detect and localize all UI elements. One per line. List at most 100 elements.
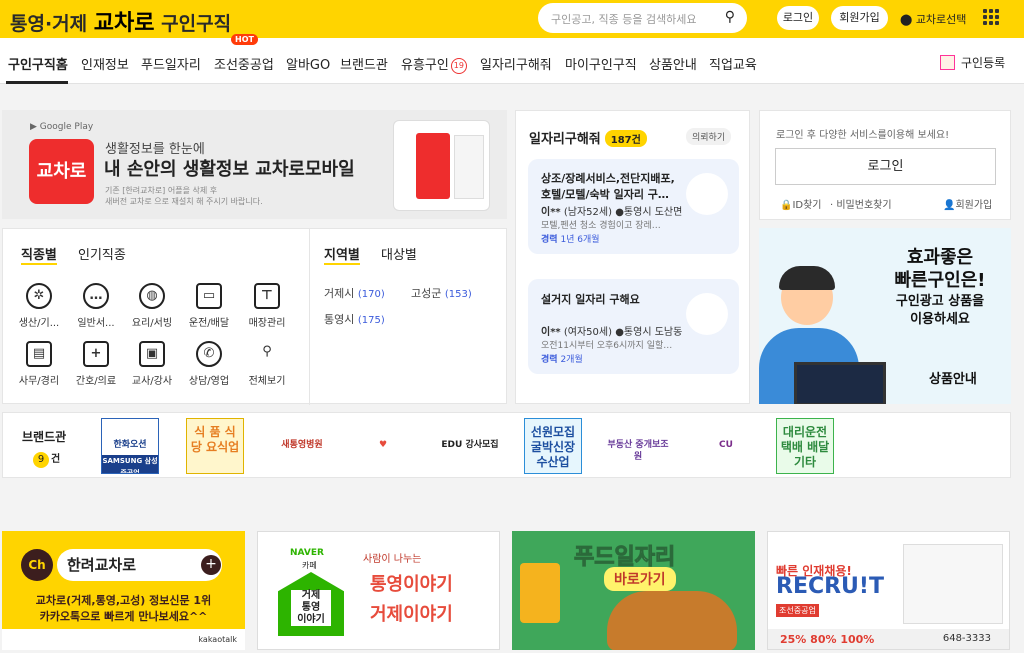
nav-item-job-home[interactable]: 구인구직홈: [8, 54, 68, 73]
top-bar: 통영·거제 교차로 구인구직 구인공고, 직종 등을 검색하세요 ⚲ 로그인 회…: [0, 0, 1024, 38]
signup-button[interactable]: 회원가입: [831, 6, 888, 30]
product-ad-banner[interactable]: 효과좋은 빠른구인은! 구인광고 상품을 이용하세요 상품안내: [759, 228, 1011, 404]
brand-logo[interactable]: 부동산 중개보조원: [603, 418, 673, 474]
job-category-general-service[interactable]: … 일반서...: [68, 283, 124, 329]
nav-item-albago[interactable]: 알바GO: [286, 54, 330, 73]
job-category-all[interactable]: ⚲ 전체보기: [239, 341, 295, 387]
main-nav: 구인구직홈 인재정보 푸드일자리 조선중공업 HOT 알바GO 브랜드관 유흥구…: [0, 34, 1024, 84]
brand-logo[interactable]: 새통영병원: [267, 418, 337, 474]
login-button[interactable]: 로그인: [777, 6, 819, 30]
region-select-label: 교차로선택: [915, 13, 967, 26]
find-password-link[interactable]: · 비밀번호찾기: [830, 196, 892, 211]
seeker-card[interactable]: 설거지 일자리 구해요 이** (여자50세) ●통영시 도남동 오전11시부터…: [528, 279, 739, 374]
nav-item-shipbuilding[interactable]: 조선중공업: [214, 54, 274, 73]
adult-badge: 19: [450, 58, 467, 74]
ad-headline: 효과좋은 빠른구인은!: [882, 246, 998, 292]
site-logo[interactable]: 통영·거제 교차로 구인구직: [10, 5, 231, 37]
region-select[interactable]: ⬤ 교차로선택: [900, 11, 966, 27]
job-seekers-title[interactable]: 일자리구해줘 187건: [529, 128, 647, 147]
truck-icon: ▭: [196, 283, 222, 309]
naver-title-tongyeong: 통영이야기: [370, 574, 453, 595]
naver-cafe-titles: 통영이야기 거제이야기: [370, 570, 453, 630]
phone-icon: ✆: [196, 341, 222, 367]
request-button[interactable]: 의뢰하기: [686, 128, 732, 145]
shirt-icon: ⊤: [254, 283, 280, 309]
job-label: 교사/강사: [131, 376, 173, 387]
seeker-exp-value: 2개월: [560, 355, 583, 365]
join-link[interactable]: 👤회원가입: [943, 196, 992, 211]
nav-item-brand[interactable]: 브랜드관: [340, 54, 388, 73]
register-label: 구인등록: [961, 56, 1006, 70]
job-category-consulting[interactable]: ✆ 상담/영업: [181, 341, 237, 387]
nav-item-products[interactable]: 상품안내: [649, 54, 697, 73]
ad-link[interactable]: 상품안내: [929, 368, 977, 387]
login-panel: 로그인 후 다양한 서비스를이용해 보세요! 로그인 🔒ID찾기 · 비밀번호찾…: [759, 110, 1011, 220]
region-geoje[interactable]: 거제시 (170): [324, 285, 385, 301]
region-count: (153): [444, 289, 472, 300]
kakao-banner[interactable]: Ch 한려교차로 + 교차로(거제,통영,고성) 정보신문 1위 카카오톡으로 빠…: [2, 531, 245, 650]
nav-item-nightlife[interactable]: 유흥구인 19: [401, 54, 467, 74]
nav-item-food-jobs[interactable]: 푸드일자리: [141, 54, 201, 73]
region-goseong[interactable]: 고성군 (153): [411, 285, 472, 301]
register-button[interactable]: 구인등록: [940, 54, 1005, 71]
tab-by-job[interactable]: 직종별: [21, 244, 57, 265]
brand-logo[interactable]: 한화오션 SAMSUNG 삼성중공업: [101, 418, 159, 474]
brand-logo[interactable]: 대리운전 택배 배달 기타: [776, 418, 834, 474]
job-category-production[interactable]: ✲ 생산/기...: [11, 283, 67, 329]
job-label: 전체보기: [248, 376, 286, 387]
login-panel-button[interactable]: 로그인: [775, 148, 996, 185]
avatar-male: [686, 173, 728, 215]
user-icon: 👤: [943, 200, 956, 211]
nav-item-my-jobs[interactable]: 마이구인구직: [565, 54, 637, 73]
food-jobs-banner[interactable]: 푸드일자리 바로가기: [512, 531, 755, 650]
nav-item-find-job[interactable]: 일자리구해줘: [480, 54, 552, 73]
job-category-teacher[interactable]: ▣ 교사/강사: [124, 341, 180, 387]
recruit-phone: 648-3333: [942, 633, 991, 644]
seeker-desc: 모텔,펜션 청소 경험이고 장레…: [541, 221, 661, 231]
recruit-logo: RECRU!T: [776, 574, 884, 599]
region-count: (170): [357, 289, 385, 300]
recruit-screenshot: [903, 544, 1003, 624]
find-id-link[interactable]: 🔒ID찾기: [780, 196, 822, 211]
brand-logo[interactable]: EDU 강사모집: [435, 418, 505, 474]
brand-logo[interactable]: CU: [691, 418, 761, 474]
brand-logo[interactable]: 식 품 식 당 요식업: [186, 418, 244, 474]
recruit-banner[interactable]: 빠른 인재채용! RECRU!T 조선중공업 25% 80% 100% 648-…: [767, 531, 1010, 650]
job-category-office[interactable]: ▤ 사무/경리: [11, 341, 67, 387]
mobile-app-banner[interactable]: ▶ Google Play 교차로 생활정보를 한눈에 내 손안의 생활정보 교…: [2, 110, 507, 219]
tab-popular-job[interactable]: 인기직종: [78, 244, 126, 263]
seeker-name: 이**: [541, 327, 561, 338]
seeker-card[interactable]: 상조/장례서비스,전단지배포,호텔/모텔/숙박 일자리 구… 이** (남자52…: [528, 159, 739, 254]
brand-logo[interactable]: 선원모집 굴박신장 수산업: [524, 418, 582, 474]
brand-logo-text: 선원모집 굴박신장 수산업: [530, 425, 576, 469]
medical-icon: +: [83, 341, 109, 367]
job-label: 운전/배달: [188, 318, 230, 329]
seeker-exp: 경력 2개월: [541, 352, 583, 365]
brand-logo[interactable]: ♥: [348, 418, 418, 474]
search-box[interactable]: 구인공고, 직종 등을 검색하세요 ⚲: [538, 3, 747, 33]
job-label: 간호/의료: [75, 376, 117, 387]
naver-cafe-banner[interactable]: NAVER 카페 거제 통영 이야기 사람이 나누는 통영이야기 거제이야기: [257, 531, 500, 650]
nav-item-talent[interactable]: 인재정보: [81, 54, 129, 73]
tab-by-target[interactable]: 대상별: [381, 244, 417, 263]
region-tongyeong[interactable]: 통영시 (175): [324, 311, 385, 327]
search-icon[interactable]: ⚲: [725, 9, 735, 25]
plus-icon[interactable]: +: [201, 555, 221, 575]
job-category-medical[interactable]: + 간호/의료: [68, 341, 124, 387]
kakao-footer: kakaotalk: [2, 629, 245, 650]
food-banner-go: 바로가기: [604, 567, 676, 591]
ad-subline-line1: 구인광고 상품을: [895, 294, 985, 309]
tab-by-region[interactable]: 지역별: [324, 244, 360, 265]
job-category-store[interactable]: ⊤ 매장관리: [239, 283, 295, 329]
kakao-channel-icon: Ch: [21, 549, 53, 581]
search-input[interactable]: 구인공고, 직종 등을 검색하세요: [551, 11, 697, 27]
job-category-driving[interactable]: ▭ 운전/배달: [181, 283, 237, 329]
house-label-line2: 통영: [301, 602, 321, 613]
all-menu-icon[interactable]: [983, 9, 999, 25]
job-category-cooking[interactable]: ◍ 요리/서빙: [124, 283, 180, 329]
brand-logo-text: 한화오션: [113, 440, 147, 450]
banner-note-line2: 새버전 교차로 으로 재설치 해 주시기 바랍니다.: [105, 197, 263, 206]
brand-count-value: 9: [33, 452, 49, 468]
nav-item-education[interactable]: 직업교육: [709, 54, 757, 73]
seeker-title: 상조/장례서비스,전단지배포,호텔/모텔/숙박 일자리 구…: [541, 172, 675, 201]
